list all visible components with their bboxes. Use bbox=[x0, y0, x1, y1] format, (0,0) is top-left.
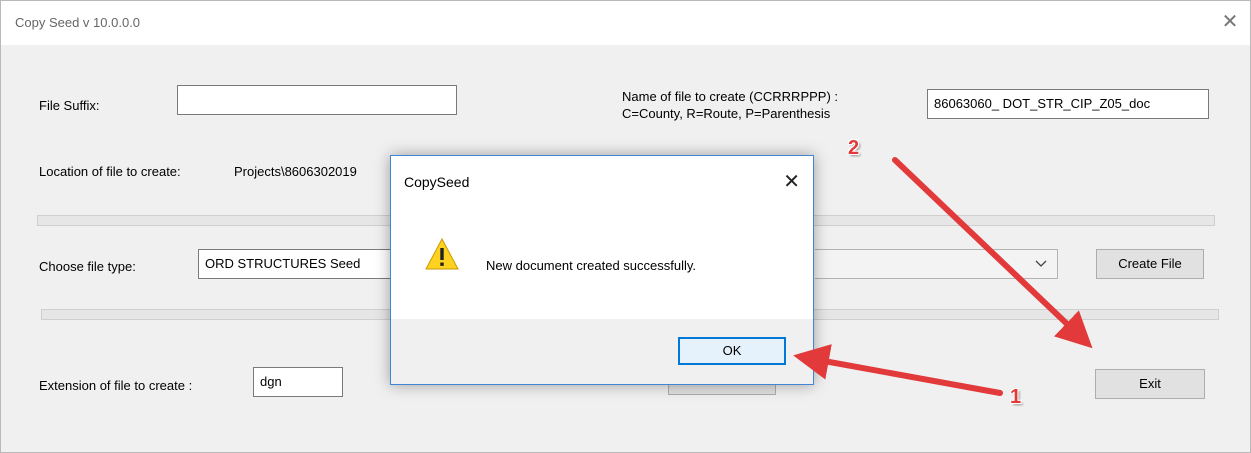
name-of-file-label-line2: C=County, R=Route, P=Parenthesis bbox=[622, 106, 831, 121]
dialog-footer: OK bbox=[391, 319, 813, 384]
name-of-file-input[interactable]: 86063060_ DOT_STR_CIP_Z05_doc bbox=[927, 89, 1209, 119]
chevron-down-icon bbox=[1035, 257, 1047, 269]
file-suffix-input[interactable] bbox=[177, 85, 457, 115]
choose-file-type-label: Choose file type: bbox=[39, 259, 136, 274]
location-label: Location of file to create: bbox=[39, 164, 181, 179]
create-file-button[interactable]: Create File bbox=[1096, 249, 1204, 279]
name-of-file-label-line1: Name of file to create (CCRRRPPP) : bbox=[622, 89, 839, 104]
extension-input[interactable]: dgn bbox=[253, 367, 343, 397]
ok-button[interactable]: OK bbox=[678, 337, 786, 365]
annotation-label-1: 1 bbox=[1010, 386, 1022, 408]
dialog-message: New document created successfully. bbox=[486, 258, 697, 273]
window-close-icon[interactable]: ✕ bbox=[1220, 12, 1240, 32]
annotation-label-2: 2 bbox=[848, 137, 860, 159]
title-bar: Copy Seed v 10.0.0.0 ✕ bbox=[1, 1, 1250, 45]
warning-icon bbox=[425, 237, 459, 270]
location-value: Projects\8606302019 bbox=[234, 164, 357, 179]
copyseed-dialog: CopySeed ✕ New document created successf… bbox=[390, 155, 814, 385]
window-title: Copy Seed v 10.0.0.0 bbox=[15, 15, 141, 30]
dialog-close-icon[interactable]: ✕ bbox=[783, 169, 800, 194]
extension-label: Extension of file to create : bbox=[39, 378, 193, 393]
file-suffix-label: File Suffix: bbox=[39, 98, 100, 113]
dialog-title: CopySeed bbox=[404, 174, 470, 190]
file-type-select-dropdown[interactable] bbox=[815, 249, 1058, 279]
file-type-select[interactable]: ORD STRUCTURES Seed bbox=[198, 249, 392, 279]
exit-button[interactable]: Exit bbox=[1095, 369, 1205, 399]
